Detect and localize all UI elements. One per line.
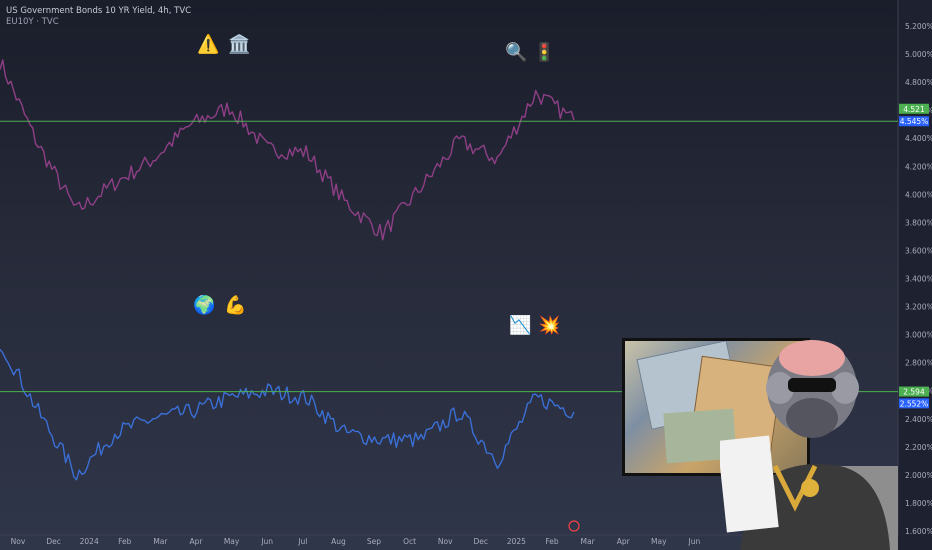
time-tick-label: Feb (545, 537, 559, 546)
time-tick-label: Apr (190, 537, 204, 546)
bank-icon: 🏛️ (228, 34, 251, 55)
price-tick-label: 2.400% (905, 415, 932, 424)
time-tick-label: Dec (474, 537, 489, 546)
price-tick-label: 5.000% (905, 50, 932, 59)
time-tick-label: Dec (46, 537, 61, 546)
muscle-icon: 💪 (224, 295, 247, 316)
time-tick-label: Nov (438, 537, 453, 546)
price-tick-label: 4.000% (905, 190, 932, 199)
price-tick-label: 3.800% (905, 218, 932, 227)
traffic-light-icon: 🚦 (533, 42, 556, 63)
time-tick-label: Oct (403, 537, 416, 546)
ape-avatar-image (720, 340, 898, 550)
time-tick-label: 2025 (507, 537, 526, 546)
time-tick-label: Apr (617, 537, 631, 546)
price-tick-label: 1.600% (905, 527, 932, 536)
us-last-price-tag: 4.545% (900, 117, 929, 126)
chart-down-icon: 📉 (509, 315, 532, 336)
time-tick-label: Aug (331, 537, 346, 546)
chart-window: US Government Bonds 10 YR Yield, 4h, TVC… (0, 0, 932, 550)
burst-icon: 💥 (538, 315, 561, 336)
price-tick-label: 3.600% (905, 246, 932, 255)
price-tick-label: 3.000% (905, 331, 932, 340)
time-tick-label: Jun (688, 537, 701, 546)
eu-last-price-tag: 2.552% (900, 399, 929, 408)
price-tick-label: 2.800% (905, 359, 932, 368)
price-tick-label: 4.800% (905, 78, 932, 87)
time-tick-label: May (224, 537, 240, 546)
time-tick-label: 2024 (80, 537, 99, 546)
price-tick-label: 4.200% (905, 162, 932, 171)
price-tick-label: 5.200% (905, 22, 932, 31)
price-tick-label: 2.200% (905, 443, 932, 452)
price-tick-label: 4.400% (905, 134, 932, 143)
globe-icon: 🌍 (193, 295, 216, 316)
time-tick-label: May (651, 537, 667, 546)
price-tick-label: 3.200% (905, 303, 932, 312)
time-tick-label: Mar (581, 537, 596, 546)
magnifier-icon: 🔍 (505, 42, 528, 63)
time-tick-label: Sep (367, 537, 381, 546)
eu-level-price-tag: 2.594 (903, 388, 925, 397)
time-tick-label: Feb (118, 537, 132, 546)
price-tick-label: 3.400% (905, 275, 932, 284)
price-tick-label: 2.000% (905, 471, 932, 480)
time-tick-label: Jun (260, 537, 273, 546)
price-tick-label: 1.800% (905, 499, 932, 508)
eu10y-series-line[interactable] (0, 348, 575, 481)
warning-icon: ⚠️ (197, 34, 220, 55)
us10y-series-line[interactable] (0, 59, 575, 241)
time-tick-label: Mar (153, 537, 168, 546)
time-tick-label: Jul (297, 537, 307, 546)
time-tick-label: Nov (11, 537, 26, 546)
us-level-price-tag: 4.521 (903, 105, 925, 114)
replay-marker-icon[interactable] (568, 520, 580, 532)
